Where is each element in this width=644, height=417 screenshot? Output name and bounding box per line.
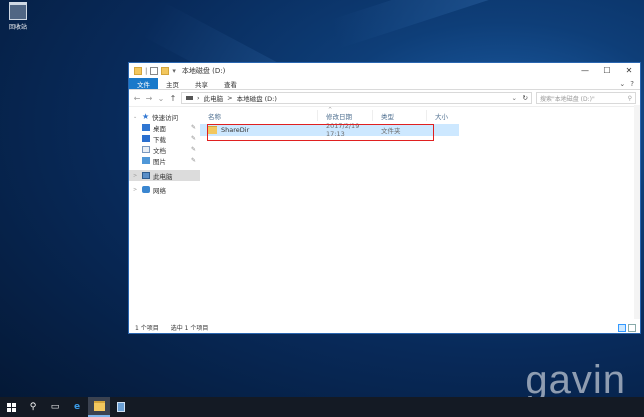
recent-locations-icon[interactable]: ⌄ [157,94,165,103]
network-icon [142,186,150,193]
sort-indicator-icon: ^ [328,107,333,113]
folder-icon [208,126,217,134]
column-header-type[interactable]: 类型 [373,110,427,121]
pin-icon: ✎ [190,135,196,142]
desktop-light-beam [330,0,644,49]
this-pc-icon [142,172,150,179]
close-button[interactable]: ✕ [618,63,640,78]
nav-item-network[interactable]: > 网络 [129,184,200,195]
file-list: ^ 名称 修改日期 类型 大小 ShareDir 2017/2/19 17:13… [200,107,640,321]
column-header-name[interactable]: 名称 [200,110,318,121]
download-icon [142,135,150,142]
search-icon[interactable]: ⚲ [22,397,44,417]
file-type: 文件夹 [381,127,401,135]
file-explorer-icon[interactable] [88,397,110,417]
task-view-icon[interactable]: ▭ [44,397,66,417]
nav-item-documents[interactable]: 文档 ✎ [129,144,200,155]
properties-icon[interactable] [150,66,159,75]
pin-icon: ✎ [190,157,196,164]
windows-logo-icon [6,402,16,412]
tab-file[interactable]: 文件 [129,78,158,89]
back-arrow-icon[interactable]: ← [133,94,141,103]
ribbon-tabs: 文件 主页 共享 查看 ⌄ ? [129,78,640,90]
tab-view[interactable]: 查看 [216,78,245,89]
desktop-icon [142,124,150,131]
details-view-icon[interactable] [618,324,626,332]
column-header-size[interactable]: 大小 [427,110,459,121]
pictures-icon [142,157,150,164]
navigation-pane: ⌄ ★ 快速访问 桌面 ✎ 下载 ✎ 文档 ✎ 图片 ✎ > 此电脑 > 网络 [129,107,200,321]
expand-ribbon-icon[interactable]: ⌄ [619,80,625,88]
search-icon: ⚲ [627,94,632,102]
tab-home[interactable]: 主页 [158,78,187,89]
nav-item-quick-access[interactable]: ⌄ ★ 快速访问 [129,111,200,122]
chevron-right-icon[interactable]: > [133,173,139,179]
column-headers: 名称 修改日期 类型 大小 [200,110,640,121]
address-bar[interactable]: › 此电脑 > 本地磁盘 (D:) ⌄ ↻ [181,92,532,104]
minimize-button[interactable]: — [574,63,596,78]
edge-browser-icon[interactable]: e [66,397,88,417]
nav-item-desktop[interactable]: 桌面 ✎ [129,122,200,133]
maximize-button[interactable]: ☐ [596,63,618,78]
file-explorer-window: | ▾ 本地磁盘 (D:) — ☐ ✕ 文件 主页 共享 查看 ⌄ ? ← → … [129,63,640,333]
chevron-right-icon[interactable]: > [133,187,139,193]
address-dropdown-icon[interactable]: ⌄ [512,94,517,102]
nav-item-this-pc[interactable]: > 此电脑 [129,170,200,181]
breadcrumb-this-pc[interactable]: 此电脑 [204,93,224,103]
status-bar: 1 个项目 选中 1 个项目 [129,321,640,333]
vertical-scrollbar[interactable] [634,105,640,319]
tab-share[interactable]: 共享 [187,78,216,89]
file-modified: 2017/2/19 17:13 [326,122,360,138]
search-input[interactable]: 搜索"本地磁盘 (D:)" [540,94,595,103]
recycle-bin-label: 回收站 [8,24,27,31]
this-pc-icon [186,96,193,100]
start-button[interactable] [0,397,22,417]
quick-access-dropdown-icon[interactable]: ▾ [172,67,176,75]
breadcrumb-drive-d[interactable]: 本地磁盘 (D:) [237,93,277,103]
navigation-bar: ← → ⌄ ↑ › 此电脑 > 本地磁盘 (D:) ⌄ ↻ 搜索"本地磁盘 (D… [129,90,640,107]
search-box[interactable]: 搜索"本地磁盘 (D:)" ⚲ [536,92,636,104]
nav-item-downloads[interactable]: 下载 ✎ [129,133,200,144]
forward-arrow-icon[interactable]: → [145,94,153,103]
pin-icon: ✎ [190,146,196,153]
chevron-down-icon[interactable]: ⌄ [133,114,139,120]
table-row[interactable]: ShareDir 2017/2/19 17:13 文件夹 [200,122,459,138]
refresh-icon[interactable]: ↻ [523,94,528,102]
taskbar: ⚲ ▭ e [0,397,644,417]
file-name: ShareDir [221,126,250,134]
pin-icon: ✎ [190,124,196,131]
star-icon: ★ [142,111,150,121]
up-arrow-icon[interactable]: ↑ [169,94,177,103]
documents-icon [142,146,150,153]
new-folder-icon[interactable] [161,66,170,75]
recycle-bin[interactable]: 回收站 [4,2,32,31]
large-icons-view-icon[interactable] [628,324,636,332]
server-manager-icon[interactable] [110,397,132,417]
selection-count: 选中 1 个项目 [170,324,209,332]
nav-item-pictures[interactable]: 图片 ✎ [129,155,200,166]
recycle-bin-icon [9,2,27,20]
folder-icon [134,66,142,75]
help-icon[interactable]: ? [630,80,634,88]
item-count: 1 个项目 [135,324,159,332]
column-header-modified[interactable]: 修改日期 [318,110,373,121]
window-title: 本地磁盘 (D:) [181,66,226,75]
file-size [427,125,459,136]
title-bar: | ▾ 本地磁盘 (D:) — ☐ ✕ [129,63,640,78]
